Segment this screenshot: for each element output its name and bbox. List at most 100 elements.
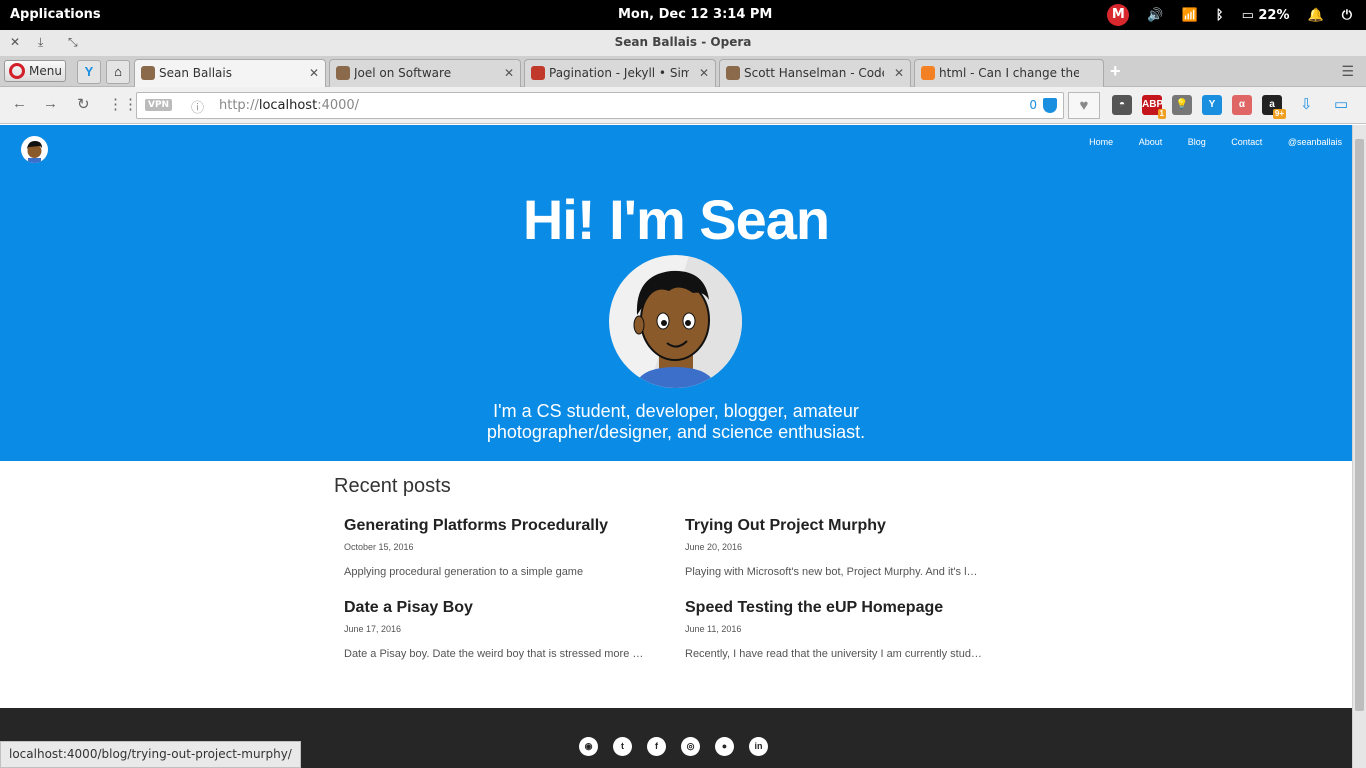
nav-contact-link[interactable]: Contact [1231,137,1262,147]
post-excerpt: Playing with Microsoft's new bot, Projec… [685,566,978,578]
tagline-line-1: I'm a CS student, developer, blogger, am… [493,401,859,421]
nav-blog-link[interactable]: Blog [1188,137,1206,147]
page-scrollbar[interactable] [1352,125,1366,768]
battery-saver-icon[interactable]: ▭ [1334,95,1348,113]
clock[interactable]: Mon, Dec 12 3:14 PM [618,7,772,22]
power-icon[interactable]: ⏻ [1342,8,1352,23]
post-excerpt: Date a Pisay boy. Date the weird boy tha… [344,648,644,660]
site-navigation: Home About Blog Contact @seanballais [1066,137,1342,147]
post-excerpt: Recently, I have read that the universit… [685,648,982,660]
forward-icon[interactable]: → [43,95,58,112]
post-title[interactable]: Trying Out Project Murphy [685,517,1005,535]
tab-joel-on-software[interactable]: Joel on Software ✕ [329,59,521,87]
adblock-icon[interactable]: ABP 1 [1142,95,1166,119]
cs-icon[interactable]: α [1232,95,1252,115]
rss-icon[interactable]: ◉ [579,737,598,756]
window-title-bar: ✕ ⤓ ⤡ Sean Ballais - Opera [0,30,1366,57]
nav-about-link[interactable]: About [1139,137,1163,147]
post-card[interactable]: Date a Pisay Boy June 17, 2016 Date a Pi… [344,599,664,660]
battery-icon[interactable]: ▭ 22% [1242,8,1290,23]
new-tab-button[interactable]: + [1110,61,1121,82]
linkedin-icon[interactable]: in [749,737,768,756]
lightbulb-icon[interactable]: 💡 [1172,95,1192,115]
pinned-tab-y-icon[interactable]: Y [77,60,101,84]
vivaldi-like-icon[interactable]: Y [1202,95,1222,115]
extension-badge: 9+ [1272,109,1286,119]
tagline-line-2: photographer/designer, and science enthu… [486,422,866,442]
download-icon[interactable]: ⇩ [1300,95,1313,113]
blocked-count: 0 [1029,98,1037,112]
link-status-bar: localhost:4000/blog/trying-out-project-m… [0,741,301,768]
back-icon[interactable]: ← [12,95,27,112]
mega-icon[interactable]: M [1107,4,1130,26]
post-card[interactable]: Speed Testing the eUP Homepage June 11, … [685,599,1005,660]
post-card[interactable]: Trying Out Project Murphy June 20, 2016 … [685,517,1005,578]
reddit-icon[interactable]: ● [715,737,734,756]
web-page: Home About Blog Contact @seanballais Hi!… [0,125,1352,768]
tab-label: html - Can I change the co [939,66,1079,80]
notification-bell-icon[interactable]: 🔔 [1308,8,1324,23]
tab-label: Pagination - Jekyll • Simpl [549,66,689,80]
post-date: June 11, 2016 [685,624,742,634]
tab-sean-ballais[interactable]: Sean Ballais ✕ [134,59,326,87]
post-title[interactable]: Generating Platforms Procedurally [344,517,664,535]
nav-home-link[interactable]: Home [1089,137,1113,147]
speed-dial-icon[interactable]: ⋮⋮ [108,95,138,113]
url-text[interactable]: http://localhost:4000/ [219,98,359,113]
vpn-badge[interactable]: VPN [145,99,173,111]
tab-menu-icon[interactable]: ☰ [1341,63,1354,80]
navigation-bar: ← → ↻ ⋮⋮ VPN ⓘ http://localhost:4000/ 0 … [0,87,1366,124]
tab-label: Sean Ballais [159,66,232,80]
system-tray: M 🔊 📶 ᛒ ▭ 22% 🔔 ⏻ [1089,4,1352,26]
nav-twitter-handle-link[interactable]: @seanballais [1288,137,1342,147]
opera-menu-button[interactable]: Menu [4,60,66,82]
hero-title: Hi! I'm Sean [522,188,830,251]
volume-icon[interactable]: 🔊 [1147,8,1163,23]
tab-favicon-icon [141,66,155,80]
tab-close-icon[interactable]: ✕ [309,66,319,80]
profile-avatar [609,255,742,388]
pocket-icon[interactable]: ◓ [1112,95,1132,115]
site-logo-avatar[interactable] [21,136,48,163]
system-top-bar: Applications Mon, Dec 12 3:14 PM M 🔊 📶 ᛒ… [0,0,1366,30]
post-excerpt: Applying procedural generation to a simp… [344,566,584,578]
post-date: June 20, 2016 [685,542,743,552]
bookmark-heart-icon[interactable]: ♥ [1068,92,1100,119]
bluetooth-icon[interactable]: ᛒ [1216,8,1224,23]
tab-label: Scott Hanselman - Coder [744,66,884,80]
tab-favicon-icon [726,66,740,80]
reload-icon[interactable]: ↻ [77,95,90,113]
tab-close-icon[interactable]: ✕ [504,66,514,80]
post-title[interactable]: Speed Testing the eUP Homepage [685,599,1005,617]
site-info-icon[interactable]: ⓘ [191,97,204,116]
facebook-icon[interactable]: f [647,737,666,756]
applications-menu[interactable]: Applications [10,7,101,22]
battery-percent: 22% [1258,7,1290,23]
amazon-icon[interactable]: a 9+ [1262,95,1286,119]
recent-posts-heading: Recent posts [334,475,451,497]
menu-label: Menu [29,64,62,78]
url-prefix: http:// [219,98,259,113]
tab-scott-hanselman[interactable]: Scott Hanselman - Coder ✕ [719,59,911,87]
hero-tagline: I'm a CS student, developer, blogger, am… [0,401,1352,443]
pinned-tab-house-icon[interactable]: ⌂ [106,60,130,84]
scrollbar-thumb[interactable] [1355,139,1364,711]
tab-favicon-icon [531,66,545,80]
hero-section: Home About Blog Contact @seanballais Hi!… [0,125,1352,461]
tab-pagination-jekyll[interactable]: Pagination - Jekyll • Simpl ✕ [524,59,716,87]
tab-stackoverflow-html[interactable]: html - Can I change the co [914,59,1104,87]
post-title[interactable]: Date a Pisay Boy [344,599,664,617]
recent-posts-section: Recent posts Generating Platforms Proced… [334,475,1024,660]
wifi-icon[interactable]: 📶 [1182,8,1198,23]
twitter-icon[interactable]: t [613,737,632,756]
address-bar[interactable]: VPN ⓘ http://localhost:4000/ 0 [136,92,1064,119]
extension-badge: 1 [1157,109,1166,119]
post-card[interactable]: Generating Platforms Procedurally Octobe… [344,517,664,578]
tab-close-icon[interactable]: ✕ [699,66,709,80]
tab-close-icon[interactable]: ✕ [894,66,904,80]
tab-label: Joel on Software [354,66,452,80]
ad-block-shield-icon[interactable] [1043,98,1057,113]
tab-favicon-icon [336,66,350,80]
tab-favicon-icon [921,66,935,80]
github-icon[interactable]: ◎ [681,737,700,756]
